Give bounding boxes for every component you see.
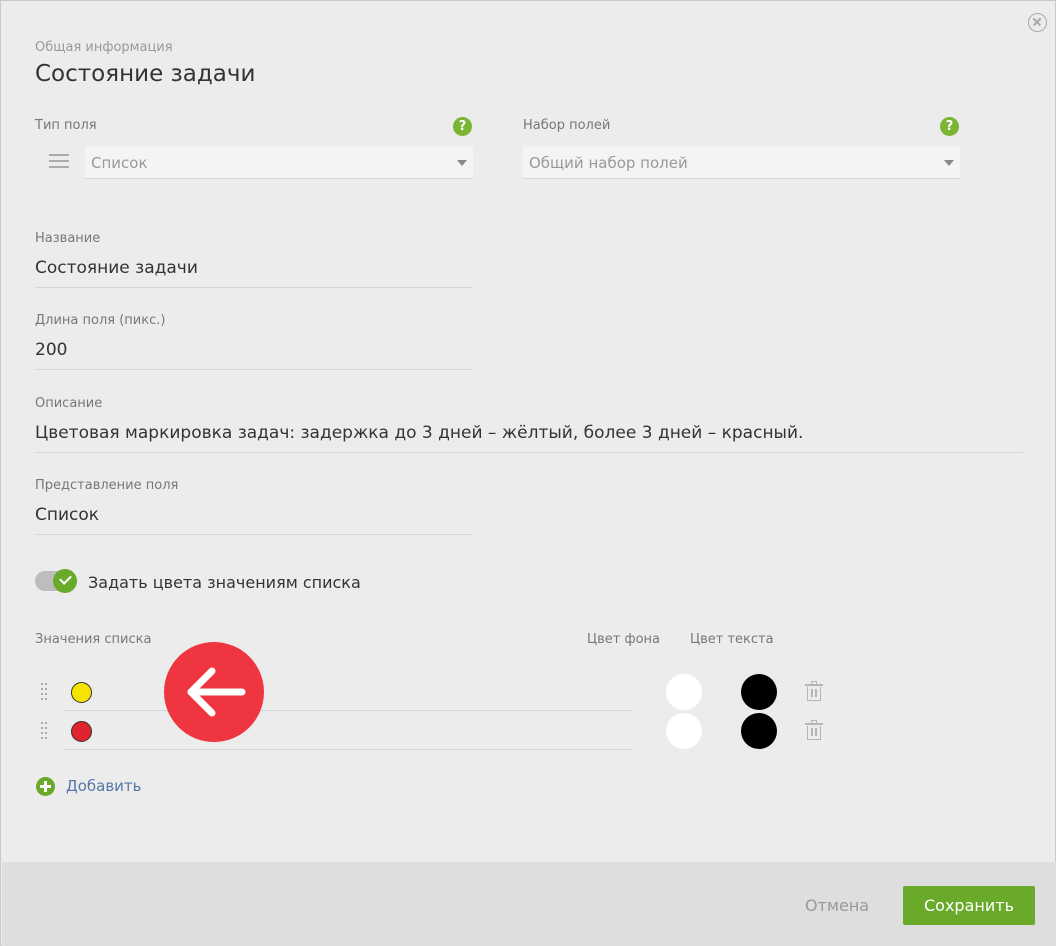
- bg-color-picker[interactable]: [666, 674, 702, 710]
- list-values-label: Значения списка: [35, 632, 152, 647]
- drag-handle-icon[interactable]: [41, 722, 49, 740]
- field-type-value: Список: [91, 154, 148, 172]
- arrow-left-icon: [187, 667, 246, 717]
- toggle-label: Задать цвета значениям списка: [88, 573, 361, 592]
- save-button[interactable]: Сохранить: [903, 886, 1035, 925]
- dialog-footer: [2, 862, 1056, 946]
- drag-handle-icon[interactable]: [41, 683, 49, 701]
- field-set-placeholder: Общий набор полей: [529, 154, 688, 172]
- cancel-button[interactable]: Отмена: [805, 896, 869, 915]
- check-icon: [53, 569, 77, 593]
- bg-color-label: Цвет фона: [587, 632, 660, 647]
- bg-color-picker[interactable]: [666, 713, 702, 749]
- field-type-select[interactable]: Список: [85, 147, 473, 179]
- trash-icon[interactable]: [805, 720, 823, 740]
- description-label: Описание: [35, 396, 103, 411]
- field-set-select[interactable]: Общий набор полей: [523, 147, 960, 179]
- list-icon: [49, 154, 69, 168]
- dialog-subtitle: Общая информация: [35, 40, 173, 55]
- list-item-swatch[interactable]: [71, 682, 92, 703]
- field-type-label: Тип поля: [35, 118, 97, 133]
- dialog: Общая информация Состояние задачи Тип по…: [0, 0, 1056, 946]
- trash-icon[interactable]: [805, 681, 823, 701]
- length-input[interactable]: 200: [35, 340, 473, 370]
- name-input[interactable]: Состояние задачи: [35, 258, 473, 288]
- description-input[interactable]: Цветовая маркировка задач: задержка до 3…: [35, 423, 1023, 453]
- plus-circle-icon[interactable]: [36, 777, 55, 796]
- help-icon[interactable]: ?: [453, 117, 472, 136]
- name-label: Название: [35, 231, 101, 246]
- add-value-link[interactable]: Добавить: [66, 777, 142, 795]
- list-item-underline: [63, 710, 633, 711]
- chevron-down-icon: [944, 160, 954, 166]
- color-values-toggle[interactable]: [35, 569, 77, 593]
- presentation-input[interactable]: Список: [35, 505, 473, 535]
- presentation-label: Представление поля: [35, 478, 179, 493]
- help-icon[interactable]: ?: [940, 117, 959, 136]
- text-color-picker[interactable]: [741, 713, 777, 749]
- close-icon[interactable]: [1028, 13, 1047, 32]
- list-item-swatch[interactable]: [71, 721, 92, 742]
- list-item-underline: [63, 749, 633, 750]
- page-title: Состояние задачи: [35, 61, 256, 87]
- field-set-label: Набор полей: [523, 118, 611, 133]
- annotation-arrow-badge: [164, 642, 264, 742]
- text-color-picker[interactable]: [741, 674, 777, 710]
- length-label: Длина поля (пикс.): [35, 313, 166, 328]
- text-color-label: Цвет текста: [690, 632, 774, 647]
- chevron-down-icon: [457, 160, 467, 166]
